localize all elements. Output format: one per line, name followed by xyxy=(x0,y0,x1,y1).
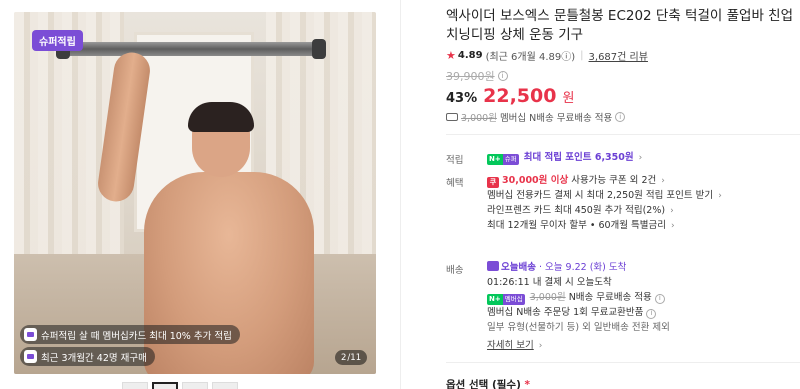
membership-mark: 멤버십 xyxy=(502,294,525,305)
delivery-today-row: 오늘배송 · 오늘 9.22 (화) 도착 xyxy=(487,260,626,275)
coupon-threshold: 30,000원 이상 xyxy=(502,175,569,186)
npay-plus-mark: N+ xyxy=(487,154,503,165)
currency-unit: 원 xyxy=(562,91,575,106)
reward-points-text: 최대 적립 포인트 6,350원 xyxy=(523,152,634,163)
price-info-icon[interactable]: i xyxy=(497,71,508,81)
chevron-right-icon: › xyxy=(718,191,722,201)
shipping-fee-text: 멤버십 N배송 무료배송 적용 xyxy=(499,113,613,124)
reward-body[interactable]: N+ 슈퍼 최대 적립 포인트 6,350원 › xyxy=(487,150,642,166)
membership-card-chip: 슈퍼적립 살 때 멤버십카드 최대 10% 추가 적립 xyxy=(20,325,240,344)
review-count-link[interactable]: 3,687건 리뷰 xyxy=(589,48,648,63)
benefit-coupon[interactable]: 쿠 30,000원 이상 사용가능 쿠폰 외 2건 › xyxy=(487,173,665,189)
benefit-installment-text: 최대 12개월 무이자 할부 • 60개월 특별금리 xyxy=(487,220,666,231)
delivery-timer-text: 내 결제 시 오늘도착 xyxy=(532,277,612,288)
chevron-right-icon: › xyxy=(638,153,643,163)
super-reward-badge: 슈퍼적립 xyxy=(32,30,83,51)
benefit-label: 혜택 xyxy=(446,178,464,189)
delivery-fee-row: N+ 멤버십 3,000원 N배송 무료배송 적용 i xyxy=(487,290,665,305)
super-mark: 슈퍼 xyxy=(502,154,519,165)
membership-card-chip-text: 슈퍼적립 살 때 멤버십카드 최대 10% 추가 적립 xyxy=(41,330,232,342)
image-pager: 2 /11 xyxy=(335,350,368,365)
separator: | xyxy=(580,50,584,61)
original-price: 39,900원 xyxy=(446,70,495,83)
product-gallery: 슈퍼적립 슈퍼적립 살 때 멤버십카드 최대 10% 추가 적립 최근 3개월간… xyxy=(0,0,400,389)
coupon-text: 사용가능 쿠폰 외 2건 xyxy=(568,175,657,186)
delivery-old-fee: 3,000원 xyxy=(529,292,566,303)
repurchase-chip: 최근 3개월간 42명 재구매 xyxy=(20,347,155,366)
discount-rate: 43% xyxy=(446,91,478,106)
sale-price: 22,500 xyxy=(483,85,557,107)
thumbnail-active[interactable] xyxy=(152,382,178,389)
delivery-exchange-row: 멤버십 N배송 주문당 1회 무료교환반품 i xyxy=(487,305,657,320)
shipping-old-fee: 3,000원 xyxy=(461,113,497,124)
thumbnail[interactable] xyxy=(182,382,208,389)
rating-recent: (최근 6개월 4.89 xyxy=(485,52,562,63)
delivery-timer: 01:26:11 xyxy=(487,277,530,288)
product-main-image[interactable]: 슈퍼적립 xyxy=(14,12,376,374)
today-delivery: 오늘배송 xyxy=(501,262,536,273)
delivery-label: 배송 xyxy=(446,265,464,276)
today-delivery-date: · 오늘 9.22 (화) 도착 xyxy=(539,262,627,273)
thumbnail-strip xyxy=(122,382,238,389)
today-delivery-icon xyxy=(487,261,499,271)
delivery-info-icon[interactable]: i xyxy=(654,293,665,304)
delivery-fee-text: N배송 무료배송 적용 xyxy=(568,292,652,303)
option-select-title: 옵션 선택 (필수) * xyxy=(446,377,530,389)
star-icon: ★ xyxy=(446,49,456,62)
npay-membership-icon: N+ 멤버십 xyxy=(487,294,525,305)
delivery-more-row[interactable]: 자세히 보기 › xyxy=(487,338,542,354)
section-divider xyxy=(446,134,800,135)
reward-label: 적립 xyxy=(446,155,464,166)
rating-value: 4.89 xyxy=(457,50,483,61)
model-arm xyxy=(95,50,153,204)
benefit-line-friends-text: 라인프렌즈 카드 최대 450원 추가 적립(2%) xyxy=(487,205,666,216)
product-title: 엑사이더 보스엑스 문틀철봉 EC202 단축 턱걸이 풀업바 친업 치닝디핑 … xyxy=(446,8,794,43)
chevron-right-icon: › xyxy=(538,341,543,351)
benefit-installment[interactable]: 최대 12개월 무이자 할부 • 60개월 특별금리 › xyxy=(487,218,675,234)
exchange-info-icon[interactable]: i xyxy=(646,308,657,319)
repurchase-chip-text: 최근 3개월간 42명 재구매 xyxy=(41,352,147,364)
chevron-right-icon: › xyxy=(671,221,675,231)
thumbnail[interactable] xyxy=(122,382,148,389)
thumbnail[interactable] xyxy=(212,382,238,389)
shipping-info-icon[interactable]: i xyxy=(615,112,626,122)
chevron-right-icon: › xyxy=(670,206,674,216)
model-hair xyxy=(188,102,254,132)
delivery-timer-row: 01:26:11 내 결제 시 오늘도착 xyxy=(487,275,612,290)
delivery-exclusion-row: 일부 유형(선물하기 등) 외 일반배송 전환 제외 xyxy=(487,322,670,333)
sale-price-row: 43% 22,500 원 xyxy=(446,85,574,107)
card-icon xyxy=(24,328,37,341)
shipping-fee-row: 3,000원 멤버십 N배송 무료배송 적용 i xyxy=(446,110,626,124)
benefit-membership-card-text: 멤버십 전용카드 결제 시 최대 2,250원 적립 포인트 받기 xyxy=(487,190,714,201)
npay-plus-mark: N+ xyxy=(487,294,503,305)
coupon-icon: 쿠 xyxy=(487,177,499,188)
truck-icon xyxy=(446,113,458,121)
npay-plus-icon: N+ 슈퍼 xyxy=(487,154,519,165)
repurchase-icon xyxy=(24,350,37,363)
option-select-label: 옵션 선택 (필수) xyxy=(446,379,521,389)
section-divider xyxy=(446,362,800,363)
benefit-membership-card[interactable]: 멤버십 전용카드 결제 시 최대 2,250원 적립 포인트 받기 › xyxy=(487,188,722,204)
pager-total: /11 xyxy=(347,352,362,363)
rating-info-icon[interactable]: ⓘ) xyxy=(561,48,575,63)
vertical-divider xyxy=(400,0,401,389)
original-price-row: 39,900원 i xyxy=(446,68,508,84)
benefit-line-friends-card[interactable]: 라인프렌즈 카드 최대 450원 추가 적립(2%) › xyxy=(487,203,674,219)
pager-current: 2 xyxy=(341,352,347,363)
delivery-exchange-text: 멤버십 N배송 주문당 1회 무료교환반품 xyxy=(487,307,644,318)
delivery-more-link[interactable]: 자세히 보기 xyxy=(487,340,534,351)
chevron-right-icon: › xyxy=(661,176,665,186)
required-mark: * xyxy=(524,379,531,389)
rating-row: ★ 4.89 (최근 6개월 4.89 ⓘ) | 3,687건 리뷰 xyxy=(446,48,648,63)
